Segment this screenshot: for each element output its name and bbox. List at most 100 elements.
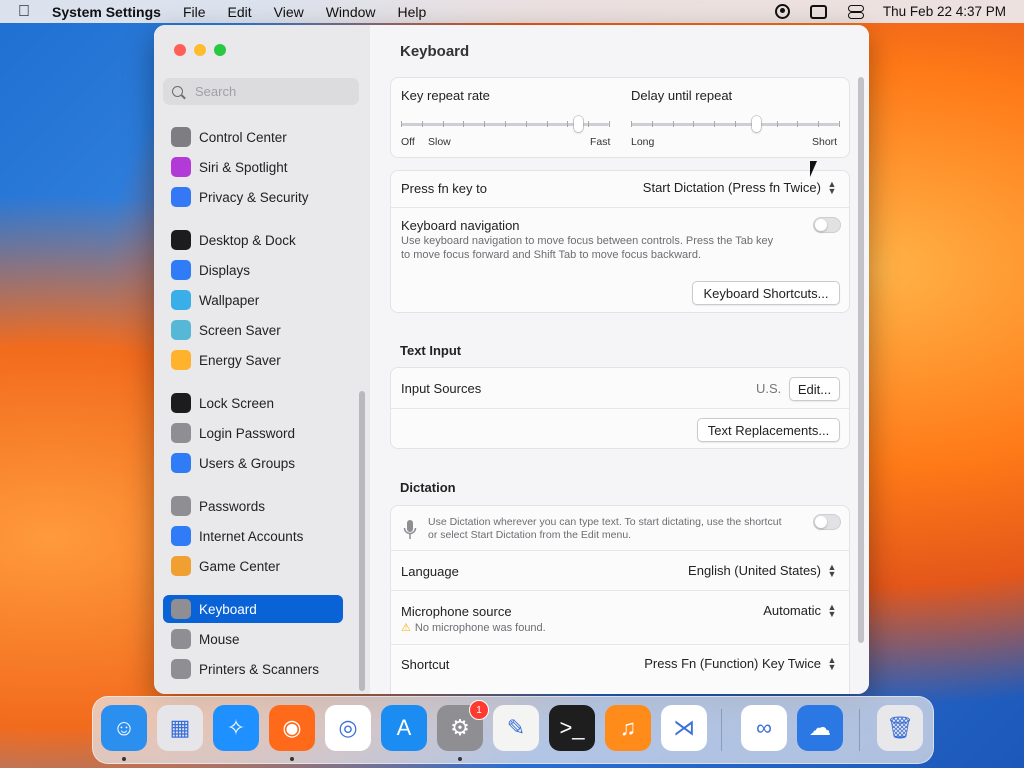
sidebar-item-desktop-dock[interactable]: Desktop & Dock (163, 226, 343, 254)
key-icon (171, 496, 191, 516)
zoom-window-button[interactable] (214, 44, 226, 56)
sidebar-item-control-center[interactable]: Control Center (163, 123, 343, 151)
sidebar-item-privacy-security[interactable]: Privacy & Security (163, 183, 343, 211)
hand-icon (171, 187, 191, 207)
minimize-window-button[interactable] (194, 44, 206, 56)
input-sources-label: Input Sources (401, 381, 482, 396)
visual-studio-icon[interactable]: ∞ (741, 705, 787, 751)
input-sources-edit-button[interactable]: Edit... (789, 377, 840, 401)
key-repeat-off-label: Off (401, 136, 415, 148)
divider (391, 408, 849, 409)
sidebar-item-label: Lock Screen (199, 395, 275, 411)
microphone-warning: ⚠ No microphone was found. (401, 621, 546, 635)
key-repeat-slider-knob[interactable] (573, 116, 583, 132)
key-repeat-tick (588, 121, 590, 127)
text-replacements-button[interactable]: Text Replacements... (697, 418, 840, 442)
control-center-menu-icon[interactable] (847, 4, 864, 19)
finder-glyph: ☺ (112, 715, 136, 740)
sidebar-item-label: Printers & Scanners (199, 661, 320, 677)
flower-icon (171, 290, 191, 310)
key-repeat-fast-label: Fast (590, 136, 611, 148)
dictation-desc-1: Use Dictation wherever you can type text… (428, 516, 782, 528)
keyboard-navigation-desc-2: to move focus forward and Shift Tab to m… (401, 249, 702, 261)
firefox-icon[interactable]: ◉ (269, 705, 315, 751)
garageband-icon[interactable]: ♫ (605, 705, 651, 751)
launchpad-icon[interactable]: ▦ (157, 705, 203, 751)
sidebar-item-label: Privacy & Security (199, 189, 309, 205)
menu-help[interactable]: Help (398, 4, 427, 20)
apple-menu-icon[interactable]:  (18, 3, 34, 21)
menu-app-name[interactable]: System Settings (52, 4, 161, 20)
keyboard-navigation-toggle[interactable] (813, 217, 841, 233)
sidebar-item-keyboard[interactable]: Keyboard (163, 595, 343, 623)
sidebar-item-energy-saver[interactable]: Energy Saver (163, 346, 343, 374)
sidebar-item-displays[interactable]: Displays (163, 256, 343, 284)
vscode-icon[interactable]: ⋊ (661, 705, 707, 751)
sidebar-item-label: Control Center (199, 129, 287, 145)
popup-chevron-icon: ▲ ▼ (827, 561, 837, 579)
weather-icon[interactable]: ☁ (797, 705, 843, 751)
screen-mirroring-icon[interactable] (809, 4, 827, 19)
delay-repeat-tick (839, 121, 840, 127)
menu-window[interactable]: Window (326, 4, 376, 20)
sidebar-item-users-groups[interactable]: Users & Groups (163, 449, 343, 477)
sidebar-item-game-center[interactable]: Game Center (163, 552, 343, 580)
close-window-button[interactable] (174, 44, 186, 56)
delay-repeat-tick (672, 121, 674, 127)
key-repeat-tick (505, 121, 506, 127)
menu-file[interactable]: File (183, 4, 206, 20)
chrome-icon[interactable]: ◎ (325, 705, 371, 751)
microphone-source-popup[interactable]: Automatic ▲ ▼ (763, 602, 837, 618)
dock-separator (721, 709, 722, 751)
keyboard-shortcuts-button[interactable]: Keyboard Shortcuts... (692, 281, 840, 305)
menu-edit[interactable]: Edit (228, 4, 252, 20)
screensaver-icon (171, 320, 191, 340)
sidebar-item-siri-spotlight[interactable]: Siri & Spotlight (163, 153, 343, 181)
sidebar-item-wallpaper[interactable]: Wallpaper (163, 286, 343, 314)
key-repeat-tick (567, 121, 569, 127)
sidebar-item-passwords[interactable]: Passwords (163, 492, 343, 520)
mouse-icon (171, 629, 191, 649)
microphone-icon (403, 519, 417, 546)
delay-repeat-slider-knob[interactable] (751, 116, 761, 132)
popup-chevron-icon: ▲ ▼ (827, 178, 837, 196)
system-settings-glyph: ⚙ (450, 715, 470, 740)
app-store-icon[interactable]: A (381, 705, 427, 751)
user-switch-icon[interactable] (774, 4, 790, 19)
dictation-toggle[interactable] (813, 514, 841, 530)
sidebar-item-screen-saver[interactable]: Screen Saver (163, 316, 343, 344)
sidebar-item-lock-screen[interactable]: Lock Screen (163, 389, 343, 417)
visual-studio-glyph: ∞ (756, 715, 772, 740)
sidebar-item-printers-scanners[interactable]: Printers & Scanners (163, 655, 343, 683)
textedit-icon[interactable]: ✎ (493, 705, 539, 751)
sidebar-item-label: Energy Saver (199, 352, 281, 368)
safari-glyph: ✧ (226, 715, 246, 740)
divider (391, 590, 849, 591)
menu-bar:  System Settings File Edit View Window … (0, 0, 1024, 66)
fn-key-popup[interactable]: Start Dictation (Press fn Twice) ▲ ▼ (643, 178, 837, 196)
safari-icon[interactable]: ✧ (213, 705, 259, 751)
trash-icon[interactable]: 🗑 (877, 705, 923, 751)
terminal-icon[interactable]: >_ (549, 705, 595, 751)
garageband-glyph: ♫ (619, 715, 637, 740)
sidebar-item-label: Wallpaper (199, 292, 260, 308)
microphone-source-label: Microphone source (401, 604, 512, 619)
system-settings-icon[interactable]: ⚙ 1 (437, 700, 489, 751)
dictation-language-popup[interactable]: English (United States) ▲ ▼ (688, 561, 837, 579)
sidebar-item-login-password[interactable]: Login Password (163, 419, 343, 447)
running-indicator (290, 757, 294, 761)
dictation-group: Use Dictation wherever you can type text… (390, 505, 850, 694)
sidebar-search[interactable] (163, 78, 359, 105)
keyboard-navigation-desc-1: Use keyboard navigation to move focus be… (401, 235, 774, 247)
sidebar-scrollbar[interactable] (359, 391, 365, 691)
dictation-shortcut-popup[interactable]: Press Fn (Function) Key Twice ▲ ▼ (644, 655, 837, 671)
sidebar-item-internet-accounts[interactable]: Internet Accounts (163, 522, 343, 550)
search-input[interactable] (193, 83, 347, 100)
menu-view[interactable]: View (274, 4, 304, 20)
input-sources-value: U.S. (756, 381, 782, 396)
sidebar-item-mouse[interactable]: Mouse (163, 625, 343, 653)
finder-icon[interactable]: ☺ (101, 705, 147, 751)
main-scrollbar[interactable] (858, 77, 864, 643)
search-icon (172, 86, 183, 97)
menu-bar-clock[interactable]: Thu Feb 22 4:37 PM (883, 4, 1006, 19)
